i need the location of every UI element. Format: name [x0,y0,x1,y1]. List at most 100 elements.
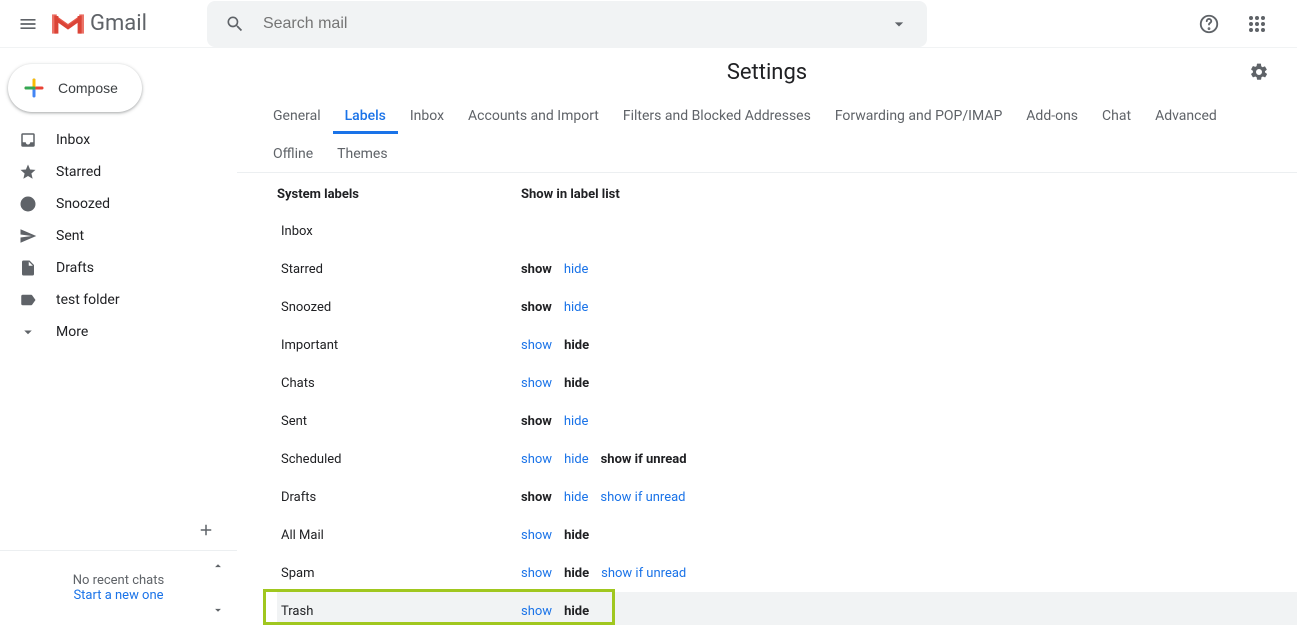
tab-advanced[interactable]: Advanced [1143,96,1229,134]
tab-forwarding-and-pop-imap[interactable]: Forwarding and POP/IMAP [823,96,1014,134]
search-button[interactable] [215,4,255,44]
sidebar-item-starred[interactable]: Starred [0,156,237,188]
settings-body[interactable]: System labels Show in label list Inbox St… [237,173,1297,625]
support-button[interactable] [1189,4,1229,44]
apps-button[interactable] [1237,4,1277,44]
option-show[interactable]: show [521,452,552,467]
clock-icon [18,194,38,214]
chevron-down-icon[interactable] [211,603,225,617]
option-show[interactable]: show [521,300,552,315]
label-row-all-mail: All Mailshow hide [277,516,1297,554]
label-name: Scheduled [277,452,521,467]
apps-grid-icon [1248,15,1266,33]
tab-add-ons[interactable]: Add-ons [1014,96,1090,134]
option-show[interactable]: show [521,528,552,543]
start-new-chat-link[interactable]: Start a new one [73,588,163,603]
label-name: Inbox [277,224,521,239]
sidebar-item-more[interactable]: More [0,316,237,348]
compose-button[interactable]: Compose [8,64,142,112]
main-menu-button[interactable] [8,4,48,44]
option-show[interactable]: show [521,262,552,277]
option-hide[interactable]: hide [564,528,589,543]
search-options-button[interactable] [879,4,919,44]
label-options: show hide [521,376,589,391]
sidebar-item-snoozed[interactable]: Snoozed [0,188,237,220]
option-hide[interactable]: hide [564,338,589,353]
label-row-scheduled: Scheduledshow hide show if unread [277,440,1297,478]
sidebar-item-label: Inbox [56,132,90,148]
label-row-snoozed: Snoozedshow hide [277,288,1297,326]
sidebar-item-label: More [56,324,88,340]
tab-labels[interactable]: Labels [333,96,398,134]
option-show[interactable]: show [521,604,552,619]
sidebar-item-sent[interactable]: Sent [0,220,237,252]
option-hide[interactable]: hide [564,452,589,467]
caret-down-icon [889,14,909,34]
option-show_if_unread[interactable]: show if unread [600,490,685,505]
option-hide[interactable]: hide [564,490,589,505]
new-label-button[interactable] [197,521,215,539]
sidebar-item-inbox[interactable]: Inbox [0,124,237,156]
tab-themes[interactable]: Themes [325,134,399,172]
inbox-icon [18,130,38,150]
help-icon [1198,13,1220,35]
label-options: show hide show if unread [521,566,686,581]
column-headers: System labels Show in label list [277,173,1297,212]
gmail-icon [52,12,84,36]
hamburger-icon [18,14,38,34]
option-hide[interactable]: hide [564,566,589,581]
tab-accounts-and-import[interactable]: Accounts and Import [456,96,611,134]
tab-filters-and-blocked-addresses[interactable]: Filters and Blocked Addresses [611,96,823,134]
page-title: Settings [727,60,807,85]
option-hide[interactable]: hide [564,262,589,277]
option-show[interactable]: show [521,566,552,581]
option-show_if_unread[interactable]: show if unread [601,452,687,467]
sidebar-item-label: test folder [56,292,120,308]
label-options: show hide show if unread [521,452,687,467]
label-name: Spam [277,566,521,581]
no-recent-chats-text: No recent chats [73,573,164,588]
chevron-up-icon[interactable] [211,559,225,573]
tab-general[interactable]: General [261,96,333,134]
option-hide[interactable]: hide [564,376,589,391]
plus-icon [197,521,215,539]
tab-offline[interactable]: Offline [261,134,325,172]
tab-chat[interactable]: Chat [1090,96,1143,134]
label-name: All Mail [277,528,521,543]
hangouts-panel: No recent chats Start a new one [0,550,237,625]
sidebar-item-drafts[interactable]: Drafts [0,252,237,284]
option-show_if_unread[interactable]: show if unread [601,566,686,581]
compose-label: Compose [58,80,118,96]
sidebar: Compose Inbox StarredSnoozed Sent Drafts tes… [0,48,237,625]
label-row-sent: Sentshowhide [277,402,1297,440]
search-input[interactable] [263,15,879,33]
label-name: Drafts [277,490,521,505]
sidebar-item-label: Sent [56,228,84,244]
main-content: Settings GeneralLabelsInboxAccounts and … [237,48,1297,625]
option-show[interactable]: show [521,414,552,429]
label-name: Snoozed [277,300,521,315]
gmail-logo[interactable]: Gmail [52,11,147,36]
compose-plus-icon [22,76,46,100]
label-row-trash: Trashshowhide [277,592,1297,625]
nav-list: Inbox StarredSnoozed Sent Drafts test folder… [0,124,237,348]
settings-gear-button[interactable] [1249,62,1269,82]
col-system-labels: System labels [277,187,521,202]
sidebar-item-test-folder[interactable]: test folder [0,284,237,316]
option-show[interactable]: show [521,376,552,391]
gmail-logo-text: Gmail [90,11,147,36]
option-hide[interactable]: hide [564,604,589,619]
label-options: show hide [521,338,589,353]
option-show[interactable]: show [521,490,552,505]
label-icon [18,290,38,310]
option-show[interactable]: show [521,338,552,353]
tab-inbox[interactable]: Inbox [398,96,456,134]
search-box[interactable] [207,1,927,47]
label-row-spam: Spamshow hide show if unread [277,554,1297,592]
label-name: Chats [277,376,521,391]
option-hide[interactable]: hide [564,414,589,429]
option-hide[interactable]: hide [564,300,589,315]
chevron-down-icon [18,322,38,342]
label-name: Important [277,338,521,353]
label-name: Starred [277,262,521,277]
